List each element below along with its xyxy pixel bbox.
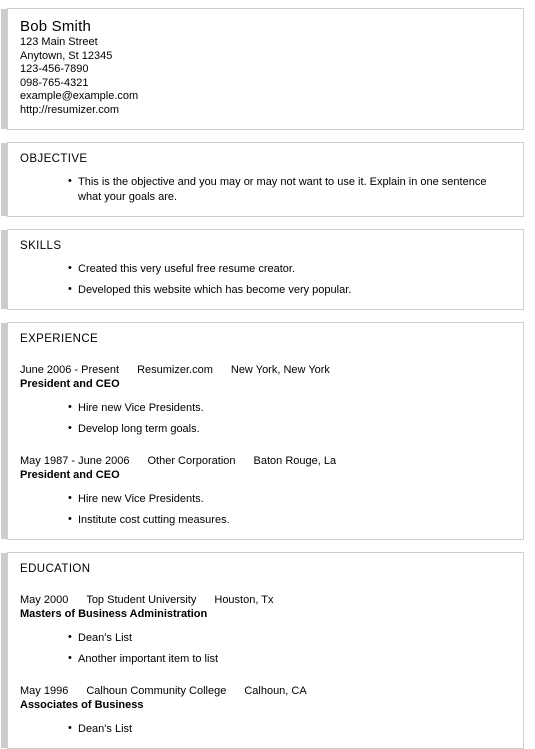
entry-job-title: President and CEO	[20, 378, 120, 391]
experience-entry: June 2006 - Present Resumizer.com New York…	[20, 363, 511, 437]
experience-bullet-list: Hire new Vice Presidents. Institute cost…	[20, 491, 511, 528]
experience-entry-meta: June 2006 - Present Resumizer.com New York…	[20, 363, 511, 378]
entry-location: Baton Rouge, La	[253, 454, 337, 467]
entry-dates: May 2000	[20, 593, 69, 606]
entry-degree-title: Masters of Business Administration	[20, 608, 208, 621]
objective-card: OBJECTIVE This is the objective and you …	[1, 141, 524, 217]
contact-line-website: http://resumizer.com	[20, 103, 120, 116]
skills-heading: SKILLS	[20, 239, 62, 252]
objective-heading: OBJECTIVE	[20, 152, 88, 165]
objective-bullet-list: This is the objective and you may or may…	[20, 174, 511, 205]
contact-line-phone-primary: 123-456-7890	[20, 63, 89, 76]
entry-organization: Resumizer.com	[137, 363, 213, 376]
contact-card: Bob Smith 123 Main Street Anytown, St 12…	[1, 8, 524, 130]
entry-organization: Other Corporation	[147, 454, 236, 467]
list-item: Developed this website which has become …	[68, 282, 511, 298]
entry-organization: Calhoun Community College	[86, 684, 227, 697]
contact-line-city-state-zip: Anytown, St 12345	[20, 49, 113, 62]
resume-page: Bob Smith 123 Main Street Anytown, St 12…	[0, 0, 535, 749]
list-item: Dean's List	[68, 721, 511, 737]
education-entry-meta: May 1996 Calhoun Community College Calhoun…	[20, 684, 511, 699]
list-item: Another important item to list	[68, 651, 511, 667]
entry-organization: Top Student University	[86, 593, 197, 606]
list-item: This is the objective and you may or may…	[68, 174, 511, 205]
skills-card: SKILLS Created this very useful free res…	[1, 228, 524, 310]
entry-degree-title: Associates of Business	[20, 699, 144, 712]
list-item: Dean's List	[68, 630, 511, 646]
entry-location: Houston, Tx	[214, 593, 274, 606]
education-heading: EDUCATION	[20, 562, 91, 575]
skills-bullet-list: Created this very useful free resume cre…	[20, 261, 511, 298]
entry-location: Calhoun, CA	[244, 684, 307, 697]
entry-location: New York, New York	[230, 363, 330, 376]
education-entry: May 2000 Top Student University Houston, T…	[20, 593, 511, 667]
entry-job-title: President and CEO	[20, 469, 120, 482]
contact-line-email: example@example.com	[20, 90, 139, 103]
education-bullet-list: Dean's List	[20, 721, 511, 737]
education-card: EDUCATION May 2000 Top Student University…	[1, 551, 524, 749]
applicant-name: Bob Smith	[20, 18, 91, 35]
contact-details: 123 Main Street Anytown, St 12345 123-45…	[20, 36, 511, 118]
contact-line-street: 123 Main Street	[20, 36, 98, 48]
entry-dates: May 1987 - June 2006	[20, 454, 130, 467]
list-item: Develop long term goals.	[68, 421, 511, 437]
contact-line-phone-secondary: 098-765-4321	[20, 76, 89, 89]
experience-card: EXPERIENCE June 2006 - Present Resumizer.…	[1, 321, 524, 540]
education-entry-meta: May 2000 Top Student University Houston, T…	[20, 593, 511, 608]
experience-bullet-list: Hire new Vice Presidents. Develop long t…	[20, 400, 511, 437]
experience-heading: EXPERIENCE	[20, 332, 99, 345]
list-item: Created this very useful free resume cre…	[68, 261, 511, 277]
experience-entry: May 1987 - June 2006 Other Corporation Bat…	[20, 454, 511, 528]
list-item: Hire new Vice Presidents.	[68, 400, 511, 416]
list-item: Hire new Vice Presidents.	[68, 491, 511, 507]
list-item: Institute cost cutting measures.	[68, 512, 511, 528]
experience-entry-meta: May 1987 - June 2006 Other Corporation Bat…	[20, 454, 511, 469]
entry-dates: May 1996	[20, 684, 69, 697]
education-bullet-list: Dean's List Another important item to li…	[20, 630, 511, 667]
entry-dates: June 2006 - Present	[20, 363, 120, 376]
